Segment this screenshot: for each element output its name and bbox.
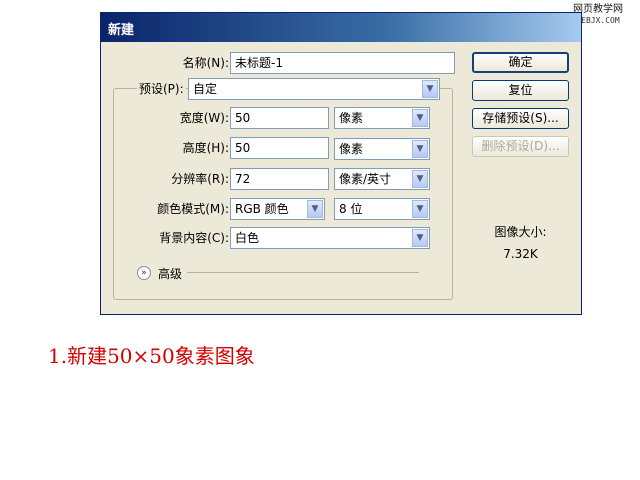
chevron-down-icon[interactable]: ▼ [412, 109, 428, 127]
ok-button[interactable]: 确定 [472, 52, 569, 73]
chevron-down-icon[interactable]: ▼ [412, 200, 428, 218]
resolution-label: 分辨率(R): [171, 172, 229, 186]
dialog-titlebar[interactable]: 新建 [101, 13, 581, 42]
resolution-input[interactable]: 72 [230, 168, 329, 190]
chevron-down-icon[interactable]: ▼ [412, 170, 428, 188]
color-mode-select[interactable]: RGB 颜色 ▼ [230, 198, 325, 220]
advanced-divider [187, 272, 419, 273]
width-input[interactable]: 50 [230, 107, 329, 129]
preset-select[interactable]: 自定 ▼ [188, 78, 440, 100]
bit-depth-value: 8 位 [339, 202, 363, 216]
height-unit-select[interactable]: 像素 ▼ [334, 138, 430, 160]
name-label: 名称(N): [182, 56, 229, 70]
image-size-label: 图像大小: [494, 225, 547, 239]
image-size-value: 7.32K [503, 247, 538, 261]
width-unit-select[interactable]: 像素 ▼ [334, 107, 430, 129]
width-label: 宽度(W): [179, 111, 229, 125]
save-preset-button[interactable]: 存储预设(S)... [472, 108, 569, 129]
height-input[interactable]: 50 [230, 137, 329, 159]
background-label: 背景内容(C): [159, 231, 229, 245]
width-unit-value: 像素 [339, 111, 364, 125]
chevron-down-icon[interactable]: ▼ [412, 140, 428, 158]
background-value: 白色 [235, 231, 260, 245]
dialog-title: 新建 [108, 23, 135, 38]
step-caption: 1.新建50×50象素图象 [48, 344, 255, 368]
resolution-unit-select[interactable]: 像素/英寸 ▼ [334, 168, 430, 190]
color-mode-label: 颜色模式(M): [157, 202, 229, 216]
name-input[interactable]: 未标题-1 [230, 52, 455, 74]
color-mode-value: RGB 颜色 [235, 202, 289, 216]
bit-depth-select[interactable]: 8 位 ▼ [334, 198, 430, 220]
chevron-down-icon[interactable]: ▼ [307, 200, 323, 218]
expand-advanced-icon[interactable]: » [137, 266, 151, 280]
reset-button[interactable]: 复位 [472, 80, 569, 101]
delete-preset-button: 删除预设(D)... [472, 136, 569, 157]
height-unit-value: 像素 [339, 142, 364, 156]
height-label: 高度(H): [182, 141, 229, 155]
resolution-unit-value: 像素/英寸 [339, 172, 392, 186]
advanced-label[interactable]: 高级 [158, 265, 182, 282]
preset-value: 自定 [193, 82, 218, 96]
background-select[interactable]: 白色 ▼ [230, 227, 430, 249]
chevron-down-icon[interactable]: ▼ [422, 80, 438, 98]
chevron-down-icon[interactable]: ▼ [412, 229, 428, 247]
new-document-dialog: 新建 名称(N): 未标题-1 预设(P): 自定 ▼ 宽度(W): 50 像素… [100, 12, 582, 315]
preset-label: 预设(P): [137, 78, 186, 100]
